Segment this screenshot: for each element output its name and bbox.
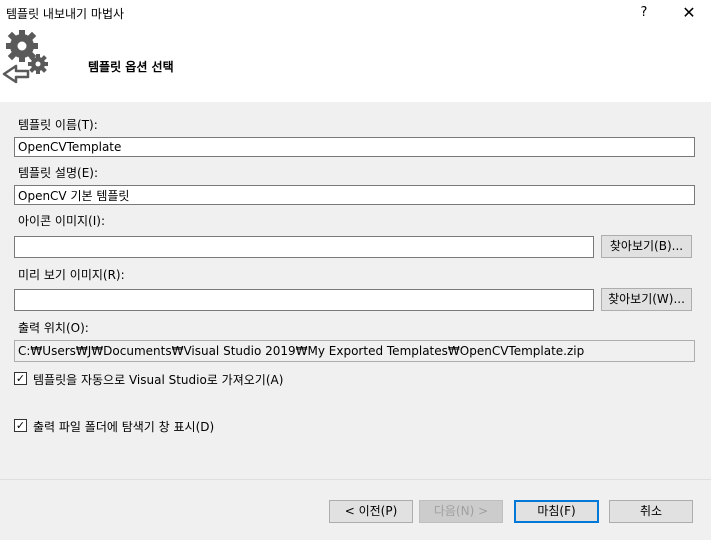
show-explorer-checkbox[interactable]: ✓ — [14, 419, 27, 432]
auto-import-checkbox[interactable]: ✓ — [14, 372, 27, 385]
preview-image-field[interactable] — [14, 289, 594, 311]
previous-button[interactable]: < 이전(P) — [329, 500, 413, 523]
wizard-footer: < 이전(P) 다음(N) > 마침(F) 취소 — [0, 479, 711, 540]
window-title: 템플릿 내보내기 마법사 — [6, 7, 125, 21]
wizard-content: 템플릿 이름(T): 템플릿 설명(E): 아이콘 이미지(I): 찾아보기(B… — [0, 102, 711, 479]
icon-browse-button[interactable]: 찾아보기(B)... — [601, 235, 692, 258]
wizard-header: 템플릿 옵션 선택 — [0, 28, 711, 102]
icon-image-field[interactable] — [14, 236, 594, 258]
template-description-label: 템플릿 설명(E): — [18, 166, 99, 180]
gear-export-icon — [2, 30, 48, 84]
output-location-field[interactable] — [14, 340, 695, 362]
help-button[interactable]: ? — [636, 3, 652, 23]
show-explorer-label[interactable]: 출력 파일 폴더에 탐색기 창 표시(D) — [33, 418, 214, 435]
show-explorer-checkbox-row[interactable]: ✓ 출력 파일 폴더에 탐색기 창 표시(D) — [14, 418, 314, 434]
preview-image-label: 미리 보기 이미지(R): — [18, 268, 125, 282]
auto-import-checkbox-row[interactable]: ✓ 템플릿을 자동으로 Visual Studio로 가져오기(A) — [14, 371, 414, 387]
output-location-label: 출력 위치(O): — [18, 321, 89, 335]
finish-button[interactable]: 마침(F) — [514, 500, 599, 523]
cancel-button[interactable]: 취소 — [609, 500, 693, 523]
template-name-field[interactable] — [14, 137, 695, 157]
next-button[interactable]: 다음(N) > — [419, 500, 503, 523]
close-button[interactable]: ✕ — [678, 3, 700, 23]
template-description-field[interactable] — [14, 185, 695, 205]
page-title: 템플릿 옵션 선택 — [88, 60, 174, 74]
preview-browse-button[interactable]: 찾아보기(W)... — [601, 288, 692, 311]
template-name-label: 템플릿 이름(T): — [18, 118, 98, 132]
title-bar: 템플릿 내보내기 마법사 ? ✕ — [0, 0, 711, 28]
icon-image-label: 아이콘 이미지(I): — [18, 214, 106, 228]
auto-import-label[interactable]: 템플릿을 자동으로 Visual Studio로 가져오기(A) — [33, 371, 283, 388]
